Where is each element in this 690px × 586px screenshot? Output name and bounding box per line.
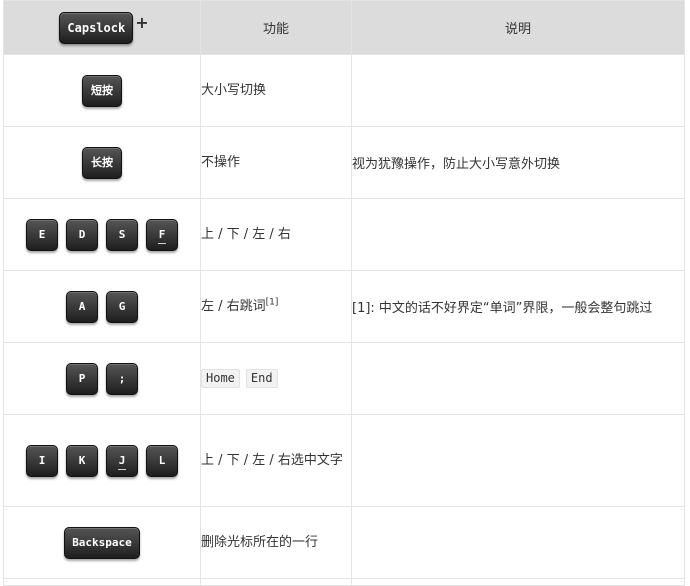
partial-cell [3,578,201,586]
table-header-row: Capslock + 功能 说明 [3,0,685,55]
table-row: IKJL 上 / 下 / 左 / 右选中文字 [3,414,685,507]
key-i: I [26,444,58,477]
home-code: Home [201,368,240,388]
function-cell: 上 / 下 / 左 / 右 [200,198,352,271]
keys-cell: IKJL [3,414,201,507]
table-row: P; Home End [3,342,685,415]
partial-cell [351,578,685,586]
description-cell [351,506,685,579]
function-cell: 删除光标所在的一行 [200,506,352,579]
function-cell: 大小写切换 [200,54,352,127]
header-description: 说明 [351,0,685,55]
key-f: F [146,218,178,251]
description-cell [351,414,685,507]
key-l: L [146,444,178,477]
key-s: S [106,218,138,251]
keys-cell: Backspace [3,506,201,579]
keys-cell: AG [3,270,201,343]
table-row: Backspace 删除光标所在的一行 [3,506,685,579]
table-row: 短按 大小写切换 [3,54,685,127]
key-p: P [66,362,98,395]
plus-icon: + [135,13,149,32]
table-row: 长按 不操作 视为犹豫操作，防止大小写意外切换 [3,126,685,199]
key-a: A [66,290,98,323]
long-press-key: 长按 [82,146,122,179]
description-cell [351,198,685,271]
keys-cell: 长按 [3,126,201,199]
page: Capslock + 功能 说明 短按 大小写切换 长按 不操作 视为犹豫操作，防… [0,0,690,586]
function-cell: 不操作 [200,126,352,199]
header-function: 功能 [200,0,352,55]
end-code: End [245,368,278,388]
key-semicolon: ; [106,362,138,395]
footnote-ref: [1] [265,297,279,308]
keys-cell: P; [3,342,201,415]
header-keys-cell: Capslock + [3,0,201,55]
partial-cell [200,578,352,586]
key-k: K [66,444,98,477]
short-press-key: 短按 [82,74,122,107]
keys-cell: 短按 [3,54,201,127]
function-cell: Home End [200,342,352,415]
function-text: 左 / 右跳词 [201,298,266,314]
table-row-partial [3,578,685,586]
key-e: E [26,218,58,251]
capslock-key: Capslock [59,11,134,44]
function-cell: 左 / 右跳词[1] [200,270,352,343]
key-g: G [106,290,138,323]
description-cell: 视为犹豫操作，防止大小写意外切换 [351,126,685,199]
table-row: EDSF 上 / 下 / 左 / 右 [3,198,685,271]
description-cell: [1]: 中文的话不好界定“单词”界限，一般会整句跳过 [351,270,685,343]
table-row: AG 左 / 右跳词[1] [1]: 中文的话不好界定“单词”界限，一般会整句跳… [3,270,685,343]
capslock-shortcut-table: Capslock + 功能 说明 短按 大小写切换 长按 不操作 视为犹豫操作，防… [3,0,685,586]
key-d: D [66,218,98,251]
function-cell: 上 / 下 / 左 / 右选中文字 [200,414,352,507]
key-j: J [106,444,138,477]
description-cell [351,54,685,127]
backspace-key: Backspace [64,526,140,559]
keys-cell: EDSF [3,198,201,271]
description-cell [351,342,685,415]
